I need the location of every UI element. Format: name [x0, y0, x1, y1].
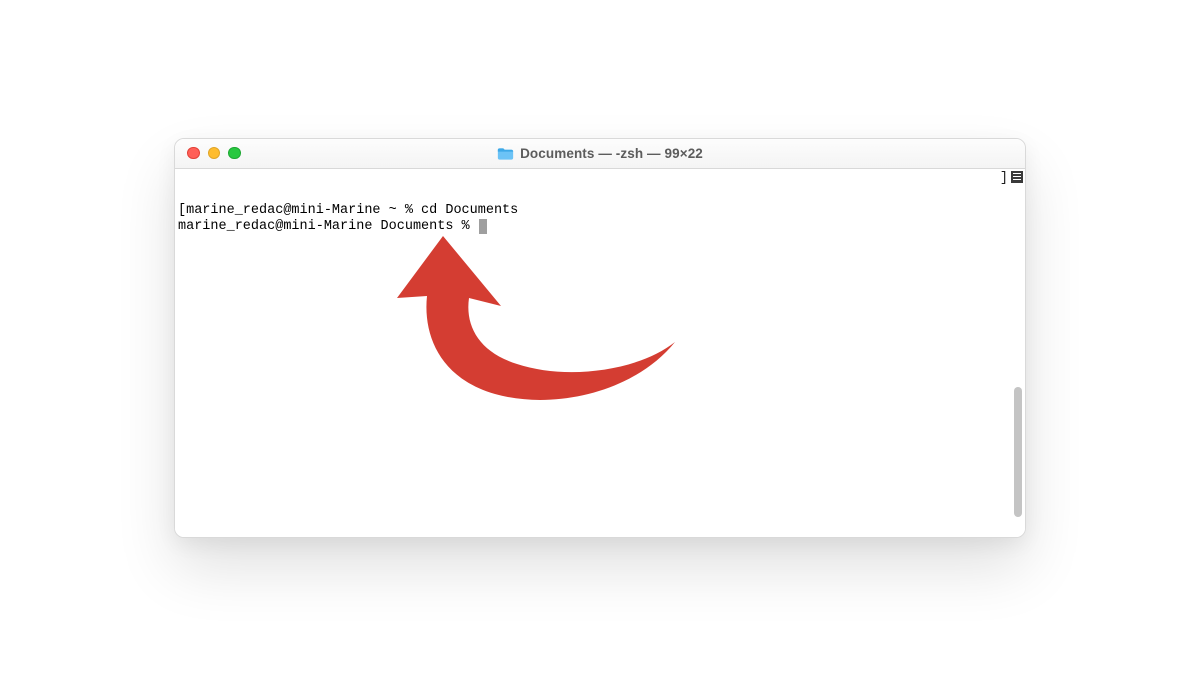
terminal-window: Documents — -zsh — 99×22 [marine_redac@m…: [174, 138, 1026, 538]
traffic-lights: [175, 147, 241, 160]
title-bar[interactable]: Documents — -zsh — 99×22: [175, 139, 1025, 169]
terminal-line: marine_redac@mini-Marine Documents %: [178, 219, 478, 235]
terminal-line: [marine_redac@mini-Marine ~ % cd Documen…: [178, 203, 1022, 219]
window-title: Documents — -zsh — 99×22: [497, 146, 703, 161]
zoom-icon[interactable]: [228, 147, 241, 160]
terminal-body[interactable]: [marine_redac@mini-Marine ~ % cd Documen…: [175, 169, 1025, 537]
cursor-icon: [479, 219, 487, 234]
folder-icon: [497, 147, 514, 161]
window-title-text: Documents — -zsh — 99×22: [520, 146, 703, 161]
scrollbar-thumb[interactable]: [1014, 387, 1022, 517]
scrollbar[interactable]: [1014, 203, 1022, 527]
bracket-close: ]: [1000, 171, 1008, 187]
close-icon[interactable]: [187, 147, 200, 160]
minimize-icon[interactable]: [208, 147, 221, 160]
hamburger-icon[interactable]: [1011, 171, 1023, 183]
annotation-arrow-icon: [375, 224, 695, 414]
